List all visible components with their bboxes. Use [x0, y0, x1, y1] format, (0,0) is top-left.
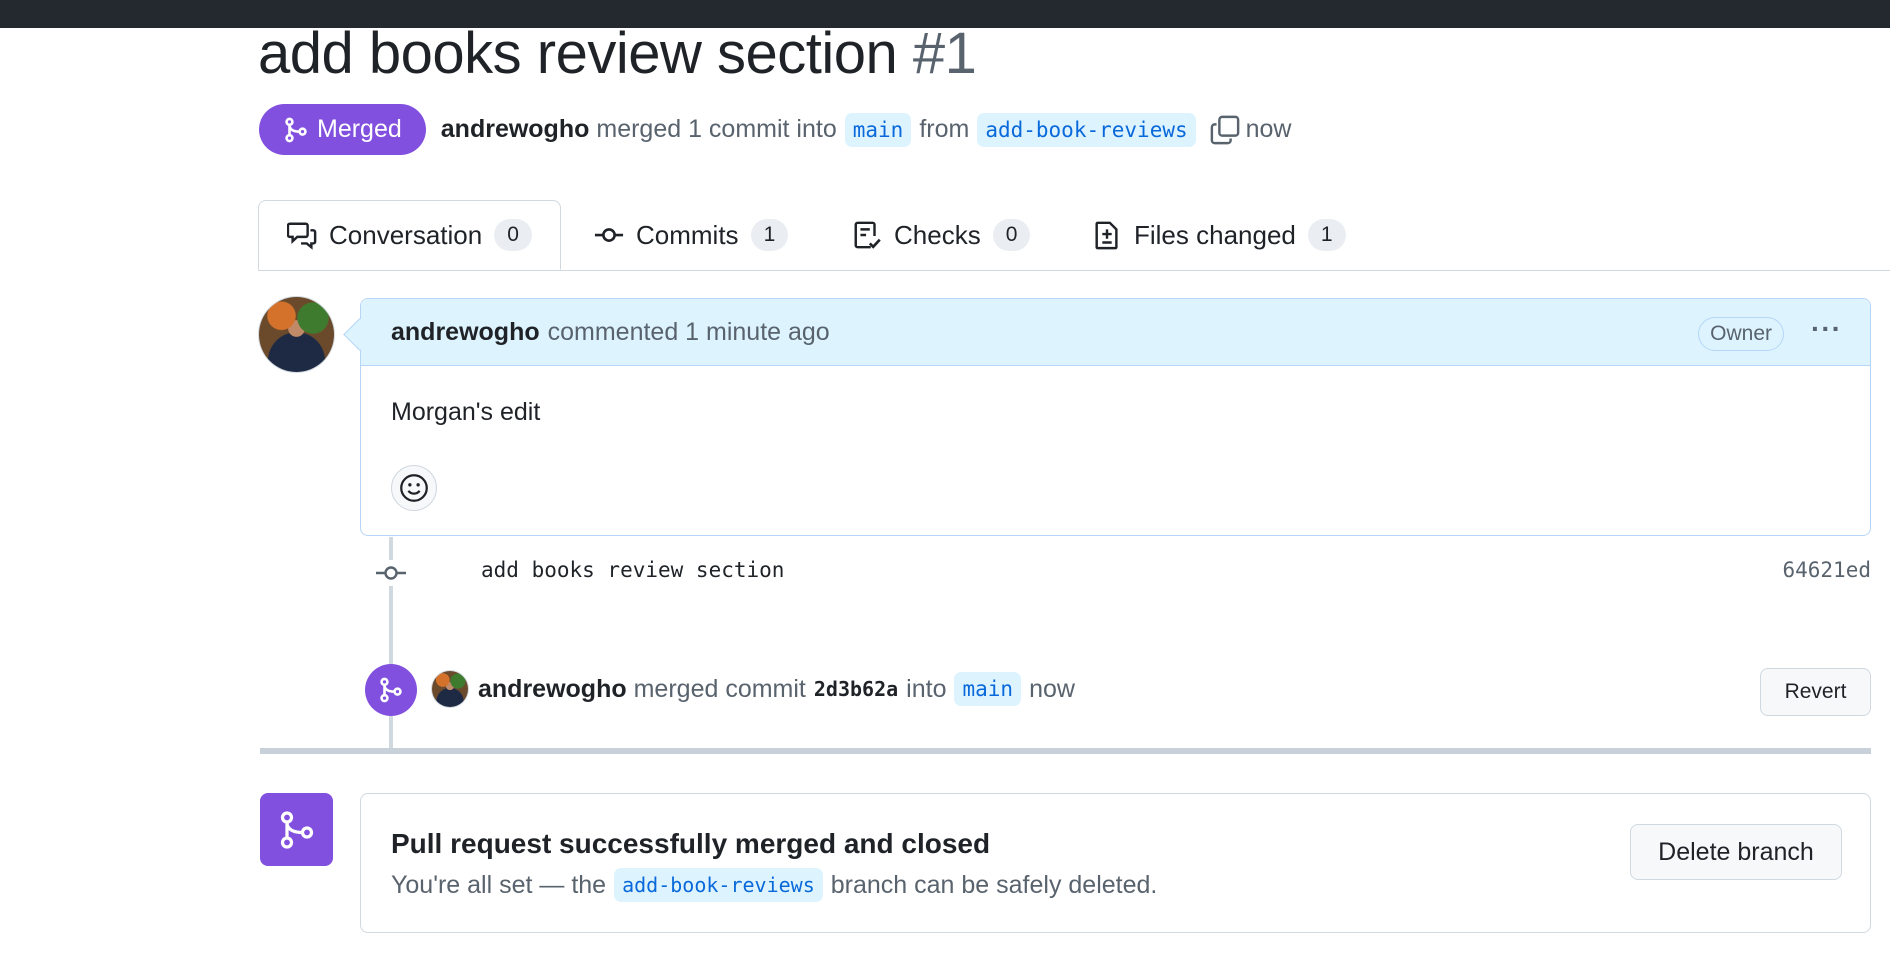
timeline-divider	[260, 748, 1871, 754]
add-reaction-button[interactable]	[391, 465, 437, 511]
tab-files-changed-count: 1	[1307, 219, 1346, 251]
tab-files-changed[interactable]: Files changed 1	[1092, 200, 1346, 270]
comment-discussion-icon	[287, 222, 317, 250]
git-merge-icon	[285, 117, 307, 142]
git-commit-icon	[594, 228, 624, 242]
base-branch-link[interactable]: main	[844, 112, 912, 147]
git-merge-icon	[280, 810, 313, 849]
git-merge-icon	[380, 677, 402, 703]
tab-files-changed-label: Files changed	[1134, 219, 1296, 250]
comment-meta[interactable]: commented 1 minute ago	[548, 318, 830, 347]
merged-status-label: Merged	[317, 115, 402, 143]
merge-event: andrewogho merged commit 2d3b62a into ma…	[432, 667, 1075, 711]
pr-status-line: Merged andrewogho merged 1 commit into m…	[259, 104, 1292, 155]
merge-commit-sha-link[interactable]: 2d3b62a	[814, 677, 898, 701]
merged-closed-box: Pull request successfully merged and clo…	[360, 793, 1871, 933]
merged-box-text-after: branch can be safely deleted.	[830, 870, 1158, 899]
comment-body: Morgan's edit	[391, 398, 541, 426]
merge-author-avatar[interactable]	[432, 671, 468, 707]
comment-author-link[interactable]: andrewogho	[391, 318, 540, 347]
tab-commits-label: Commits	[636, 219, 739, 250]
pr-title-text: add books review section	[258, 21, 898, 86]
pr-time: now	[1245, 115, 1292, 143]
smiley-icon	[400, 474, 428, 502]
comment-author-avatar[interactable]	[259, 297, 334, 372]
merged-status-icon	[260, 793, 333, 866]
pr-title: add books review section #1	[258, 18, 977, 90]
merge-author-link[interactable]: andrewogho	[478, 675, 627, 704]
merged-box-text-before: You're all set — the	[391, 870, 607, 899]
git-commit-icon	[376, 560, 406, 586]
owner-badge: Owner	[1698, 317, 1784, 351]
merge-into-text: into	[906, 674, 947, 703]
tab-conversation-count: 0	[494, 219, 532, 251]
merged-box-branch-link[interactable]: add-book-reviews	[614, 868, 823, 902]
file-diff-icon	[1095, 221, 1118, 250]
comment-box: andrewogho commented 1 minute ago Owner …	[343, 298, 1871, 536]
tab-conversation-label: Conversation	[329, 219, 483, 250]
head-branch-link[interactable]: add-book-reviews	[977, 112, 1196, 147]
kebab-menu-icon[interactable]: ···	[1811, 315, 1842, 343]
merge-base-branch-link[interactable]: main	[954, 672, 1022, 706]
tab-commits[interactable]: Commits 1	[594, 200, 789, 270]
commit-sha-link[interactable]: 64621ed	[1782, 558, 1871, 582]
copy-icon[interactable]	[1210, 115, 1240, 145]
commit-message-link[interactable]: add books review section	[481, 558, 784, 582]
revert-button[interactable]: Revert	[1760, 668, 1871, 716]
merged-box-subtitle: You're all set — the add-book-reviews br…	[391, 868, 1157, 902]
merge-time: now	[1029, 674, 1075, 703]
merged-box-title: Pull request successfully merged and clo…	[391, 828, 991, 859]
checklist-icon	[854, 221, 881, 249]
tab-checks-count: 0	[992, 219, 1031, 251]
from-text: from	[919, 115, 970, 143]
delete-branch-button[interactable]: Delete branch	[1630, 824, 1842, 880]
merge-description: merged 1 commit into	[596, 115, 837, 143]
merged-status-badge: Merged	[259, 104, 426, 155]
tab-checks-label: Checks	[894, 219, 981, 250]
tab-checks[interactable]: Checks 0	[852, 200, 1031, 270]
pr-author-link[interactable]: andrewogho	[441, 115, 590, 144]
tab-conversation[interactable]: Conversation 0	[258, 200, 561, 270]
pr-tab-bar: Conversation 0 Commits 1 Checks 0 Files …	[258, 200, 1890, 271]
tab-commits-count: 1	[750, 219, 789, 251]
pr-number: #1	[912, 21, 977, 86]
comment-header: andrewogho commented 1 minute ago Owner …	[361, 299, 1870, 366]
merge-event-text: merged commit	[633, 674, 806, 703]
merge-event-badge	[365, 664, 417, 716]
